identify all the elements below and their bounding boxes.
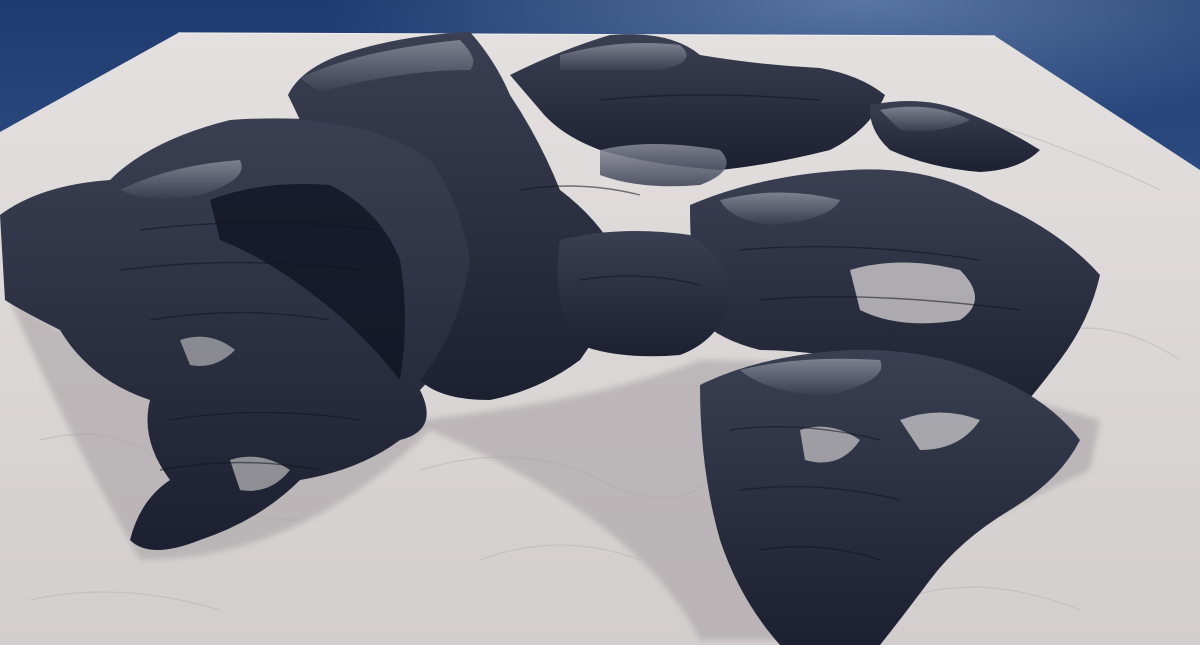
terrain-illustration — [0, 0, 1200, 645]
rock-middle-lobe — [557, 231, 730, 357]
terrain-render-scene — [0, 0, 1200, 645]
